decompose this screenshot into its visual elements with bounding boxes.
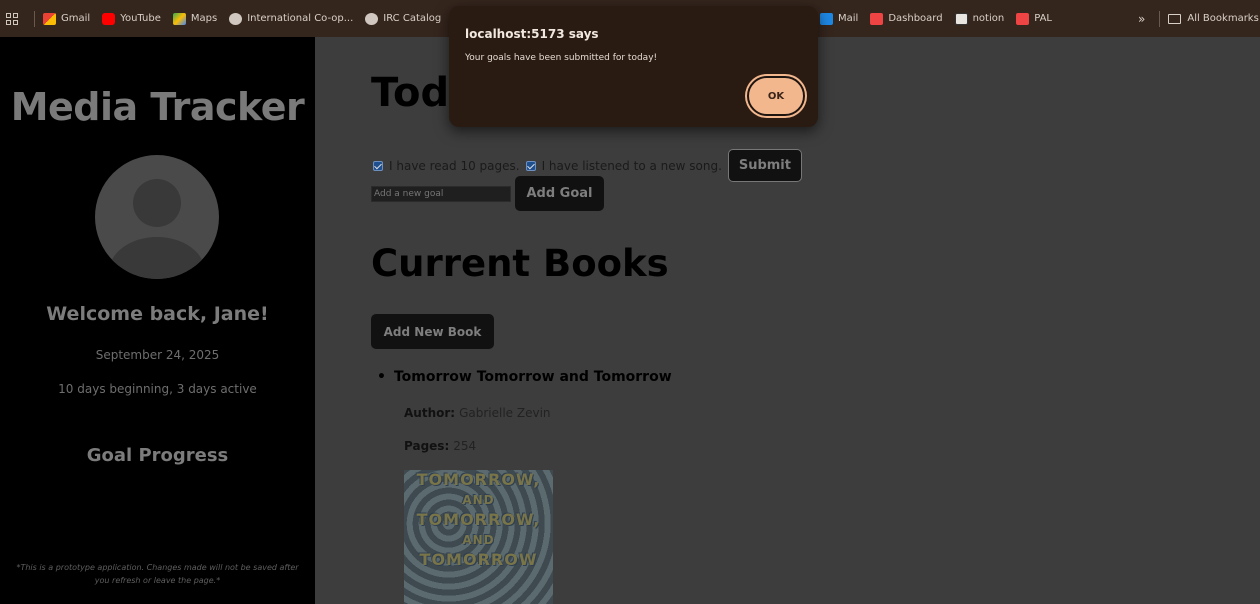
bookmark-notion[interactable]: notion xyxy=(954,12,1004,25)
bookmark-dashboard[interactable]: Dashboard xyxy=(870,12,943,25)
app-brand: Media Tracker xyxy=(10,85,305,129)
all-bookmarks-button[interactable]: All Bookmarks xyxy=(1168,13,1259,24)
notion-icon xyxy=(954,12,968,25)
bookmark-gmail[interactable]: Gmail xyxy=(43,12,90,25)
sidebar: Media Tracker Welcome back, Jane! Septem… xyxy=(0,37,315,604)
goal-label-1: I have read 10 pages. xyxy=(389,158,520,173)
todays-goals-heading: Tod xyxy=(371,70,450,116)
bookmark-international-coop[interactable]: International Co-op... xyxy=(229,12,353,25)
book-author: Author: Gabrielle Zevin xyxy=(404,406,551,420)
youtube-icon xyxy=(102,12,116,25)
book-title: Tomorrow Tomorrow and Tomorrow xyxy=(377,369,672,385)
current-date: September 24, 2025 xyxy=(95,348,220,362)
new-goal-input[interactable] xyxy=(371,185,511,202)
prototype-disclaimer: *This is a prototype application. Change… xyxy=(16,563,299,585)
bookmark-maps[interactable]: Maps xyxy=(172,12,217,25)
book-cover-image: TOMORROW, AND TOMORROW, AND TOMORROW xyxy=(404,470,553,604)
outlook-icon xyxy=(820,12,833,25)
pal-icon xyxy=(1016,12,1030,25)
globe-icon xyxy=(229,12,243,25)
bookmarks-bar-right: Mail Dashboard notion PAL » All Bookmark… xyxy=(820,0,1260,37)
globe-icon xyxy=(365,12,379,25)
current-books-heading: Current Books xyxy=(371,242,669,285)
bookmark-pal[interactable]: PAL xyxy=(1016,12,1052,25)
cover-text-line: AND xyxy=(462,493,495,507)
bookmarks-overflow-icon[interactable]: » xyxy=(1138,12,1145,26)
avatar-body-icon xyxy=(109,237,205,279)
dialog-message: Your goals have been submitted for today… xyxy=(465,53,658,63)
avatar xyxy=(95,155,219,279)
cover-text-line: AND xyxy=(462,533,495,547)
bookmark-youtube[interactable]: YouTube xyxy=(102,12,161,25)
cover-text-line: TOMORROW, xyxy=(416,470,541,489)
dialog-title: localhost:5173 says xyxy=(465,27,599,41)
bookmark-mail[interactable]: Mail xyxy=(820,12,858,25)
avatar-head-icon xyxy=(133,179,181,227)
alert-dialog: localhost:5173 says Your goals have been… xyxy=(449,6,818,127)
goal-checkbox-2[interactable] xyxy=(525,160,536,171)
dialog-ok-button[interactable]: OK xyxy=(747,76,805,116)
goal-progress-heading: Goal Progress xyxy=(86,445,229,466)
goal-label-2: I have listened to a new song. xyxy=(541,158,722,173)
bookmarks-divider xyxy=(34,10,35,27)
add-goal-row: Add Goal xyxy=(371,176,604,211)
welcome-message: Welcome back, Jane! xyxy=(46,303,269,325)
apps-grid-icon[interactable] xyxy=(6,12,18,25)
gmail-icon xyxy=(43,12,56,25)
add-new-book-button[interactable]: Add New Book xyxy=(371,314,494,349)
bookmarks-divider xyxy=(1159,10,1161,27)
bookmark-irc-catalog[interactable]: IRC Catalog xyxy=(365,12,441,25)
cover-text-line: TOMORROW xyxy=(419,550,538,569)
dashboard-icon xyxy=(870,12,884,25)
streak-info: 10 days beginning, 3 days active xyxy=(58,382,257,396)
submit-goals-button[interactable]: Submit xyxy=(727,149,802,182)
maps-icon xyxy=(172,12,186,25)
book-pages: Pages: 254 xyxy=(404,439,477,453)
add-goal-button[interactable]: Add Goal xyxy=(515,176,604,211)
goal-checkbox-1[interactable] xyxy=(373,160,383,171)
cover-text-line: TOMORROW, xyxy=(416,510,541,529)
folder-icon xyxy=(1168,13,1182,24)
